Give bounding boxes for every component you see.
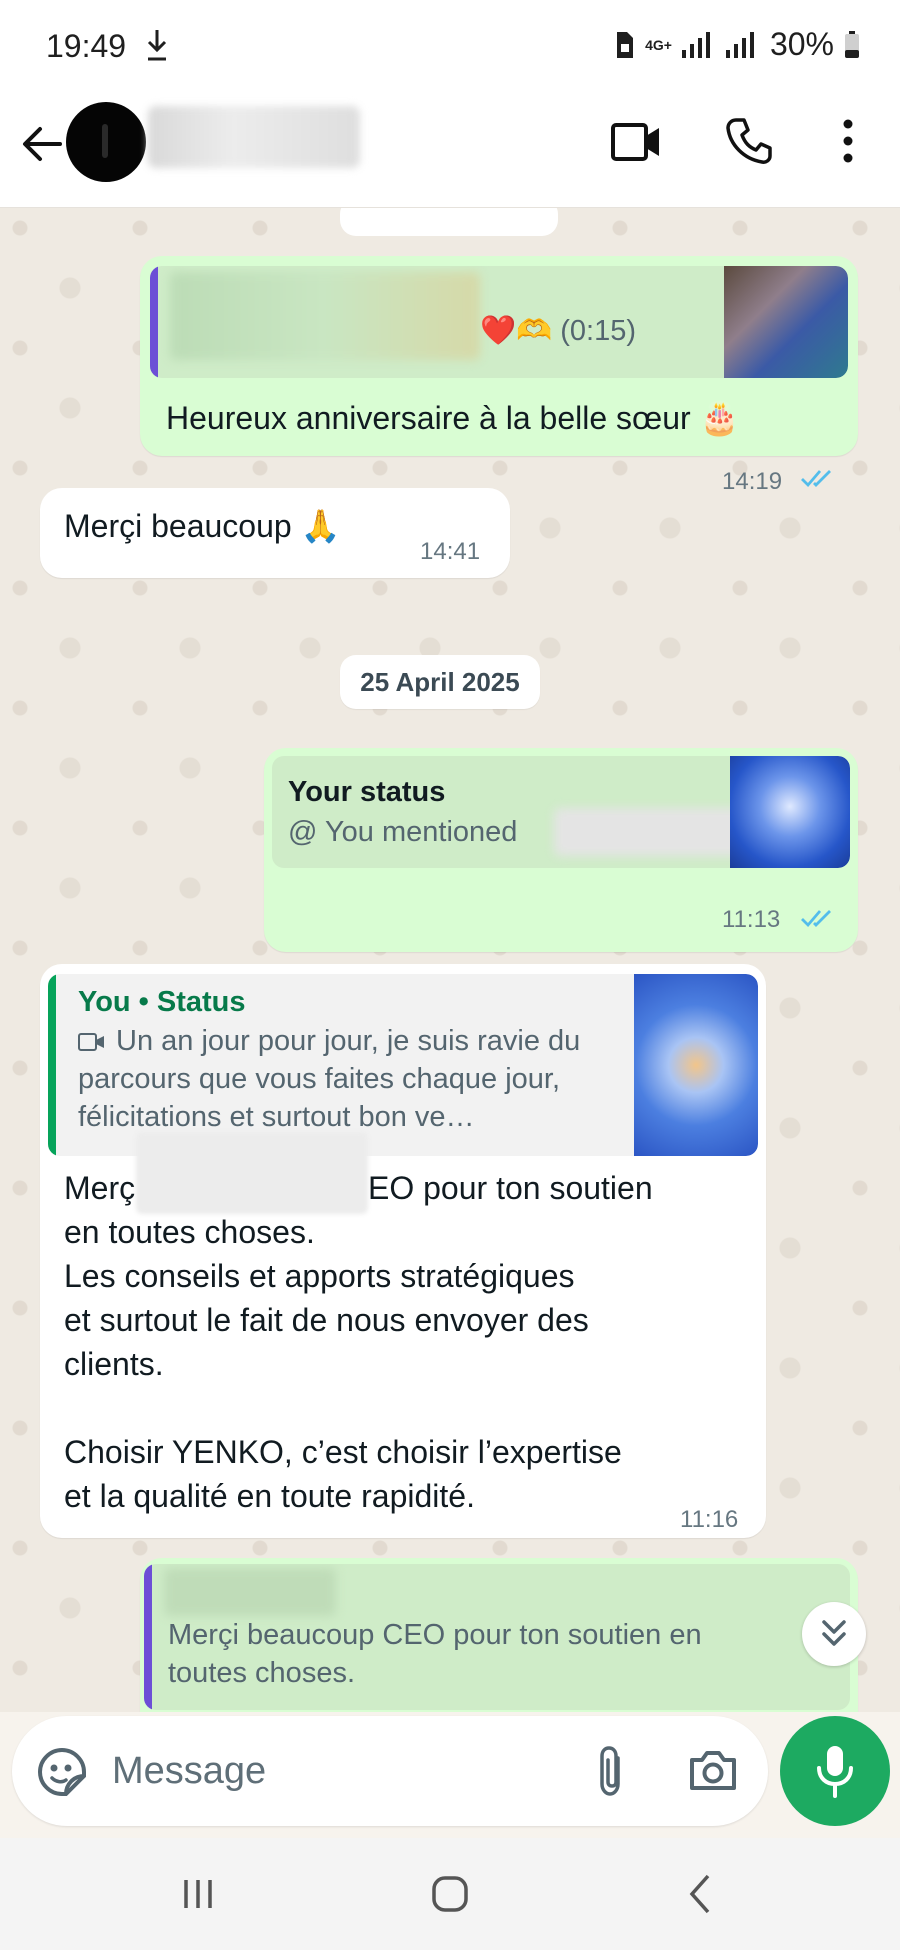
read-ticks-icon [801, 470, 831, 488]
video-call-icon[interactable] [610, 120, 662, 164]
message-text: en toutes choses. Les conseils et apport… [64, 1214, 622, 1514]
quote-text: @ You mentioned [288, 816, 518, 848]
more-options-icon[interactable] [836, 116, 860, 166]
quote-bar [48, 974, 56, 1156]
back-nav-icon[interactable] [674, 1866, 730, 1922]
message-bubble-outgoing[interactable]: Your status @ You mentioned 11:13 [264, 748, 858, 952]
signal-icon [681, 31, 710, 58]
quoted-media[interactable]: ❤️🫶 (0:15) [150, 266, 848, 378]
status-bar: 19:49 4G+ 30% [0, 0, 900, 96]
blurred-name [136, 1132, 368, 1214]
quote-text: Merçi beaucoup CEO pour ton soutien en t… [168, 1619, 702, 1689]
message-bubble-outgoing[interactable]: ❤️🫶 (0:15) Heureux anniversaire à la bel… [140, 256, 858, 495]
sim-icon [617, 31, 634, 58]
date-chip-partial [340, 208, 558, 236]
message-time: 11:16 [680, 1506, 739, 1533]
sticker-emoji-icon[interactable] [36, 1746, 88, 1798]
message-text: Heureux anniversaire à la belle sœur 🎂 [166, 400, 740, 436]
chat-area[interactable]: ❤️🫶 (0:15) Heureux anniversaire à la bel… [0, 208, 900, 1712]
status-thumbnail[interactable] [634, 974, 758, 1156]
message-time: 11:13 [722, 906, 781, 933]
blurred-quote-title [164, 1568, 336, 1616]
media-thumbnail[interactable] [724, 266, 848, 378]
status-thumbnail[interactable] [730, 756, 850, 868]
date-separator: 25 April 2025 [340, 655, 540, 709]
home-icon[interactable] [422, 1866, 478, 1922]
quoted-message[interactable]: Merçi beaucoup CEO pour ton soutien en t… [144, 1564, 850, 1710]
message-bubble-incoming[interactable]: You • Status Un an jour pour jour, je su… [40, 964, 766, 1538]
message-time: 14:41 [420, 538, 481, 565]
scroll-to-bottom-button[interactable] [802, 1602, 866, 1666]
system-nav-bar [0, 1838, 900, 1950]
microphone-icon [817, 1746, 853, 1798]
battery-percent: 30% [769, 26, 834, 62]
message-bubble-incoming[interactable]: Merçi beaucoup 🙏 14:41 [40, 488, 510, 578]
recent-apps-icon[interactable] [170, 1866, 226, 1922]
read-ticks-icon [801, 910, 831, 928]
avatar[interactable] [66, 102, 146, 182]
phone-call-icon[interactable] [724, 116, 774, 166]
back-arrow-icon[interactable] [18, 120, 66, 168]
status-icons: 4G+ 30% [613, 26, 860, 63]
network-type: 4G+ [645, 36, 672, 53]
download-icon [147, 30, 167, 61]
chat-header [0, 96, 900, 208]
voice-record-button[interactable] [780, 1716, 890, 1826]
message-input[interactable] [112, 1746, 472, 1796]
message-time: 14:19 [722, 468, 783, 495]
quoted-status[interactable]: You • Status Un an jour pour jour, je su… [48, 974, 758, 1156]
contact-name[interactable] [148, 106, 360, 168]
quote-title: Your status [288, 776, 446, 808]
message-composer [12, 1716, 768, 1826]
camera-icon[interactable] [688, 1748, 738, 1792]
message-bubble-outgoing[interactable]: Merçi beaucoup CEO pour ton soutien en t… [140, 1558, 858, 1712]
message-text-start: Merç [64, 1170, 136, 1206]
status-time: 19:49 [46, 28, 127, 64]
quote-meta: ❤️🫶 (0:15) [480, 315, 637, 347]
message-text-end: EO pour ton soutien [368, 1170, 653, 1206]
quote-bar [144, 1564, 152, 1710]
quote-title: You • Status [78, 986, 246, 1018]
quote-text: Un an jour pour jour, je suis ravie du p… [78, 1025, 581, 1133]
message-text: Merçi beaucoup 🙏 [64, 508, 341, 544]
attach-icon[interactable] [592, 1744, 632, 1800]
battery-icon [845, 30, 859, 58]
signal-icon-2 [725, 31, 754, 58]
quote-bar [150, 266, 158, 378]
quoted-status[interactable]: Your status @ You mentioned [272, 756, 850, 868]
blurred-quote-title [170, 272, 480, 360]
